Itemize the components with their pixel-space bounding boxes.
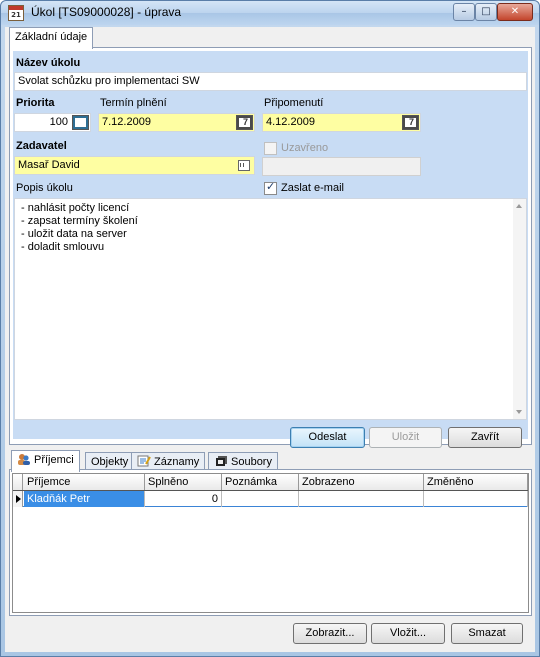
description-line: - zapsat termíny školení [21,215,138,227]
priority-label: Priorita [16,97,55,109]
closed-checkbox[interactable] [264,142,277,155]
column-header-poznamka[interactable]: Poznámka [222,474,299,490]
cell-zobrazeno[interactable] [299,491,424,507]
calculator-icon[interactable] [72,115,89,130]
reminder-label: Připomenutí [264,97,324,109]
description-line: - nahlásit počty licencí [21,202,130,214]
scroll-down-icon[interactable] [516,410,522,414]
show-button[interactable]: Zobrazit... [293,623,367,644]
description-textarea[interactable]: - nahlásit počty licencí - zapsat termín… [14,198,527,420]
reminder-field[interactable]: 4.12.2009 [262,113,421,132]
assigner-label: Zadavatel [16,140,67,152]
reminder-value: 4.12.2009 [266,116,315,128]
grid-header: Příjemce Splněno Poznámka Zobrazeno Změn… [13,474,528,491]
cell-zmeneno[interactable] [424,491,528,507]
recipients-grid[interactable]: Příjemce Splněno Poznámka Zobrazeno Změn… [12,473,529,613]
assigner-value: Masař David [18,159,80,171]
closed-label: Uzavřeno [281,142,329,154]
close-dialog-button[interactable]: Zavřít [448,427,522,448]
notes-icon [137,455,151,467]
files-icon [214,455,228,467]
description-line: - uložit data na server [21,228,127,240]
maximize-button[interactable]: □ [475,3,497,21]
close-button[interactable]: ✕ [497,3,533,21]
insert-button[interactable]: Vložit... [371,623,445,644]
description-scrollbar[interactable] [513,199,526,419]
due-date-value: 7.12.2009 [102,116,151,128]
cell-poznamka[interactable] [222,491,299,507]
row-indicator-header [13,474,23,490]
save-button[interactable]: Uložit [369,427,442,448]
window-client-area: Základní údaje Název úkolu Svolat schůzk… [5,27,535,652]
task-name-label: Název úkolu [16,57,81,69]
scroll-up-icon[interactable] [516,204,522,208]
users-icon [17,453,31,465]
priority-value: 100 [49,116,68,128]
basic-info-panel: Název úkolu Svolat schůzku pro implement… [9,47,532,445]
window-title: Úkol [TS09000028] - úprava [31,5,182,19]
due-date-label: Termín plnění [100,97,167,109]
calendar-icon: 21 [8,5,24,21]
cell-splneno[interactable]: 0 [145,491,222,507]
cell-prijemce[interactable]: Kladňák Petr [24,491,145,507]
delete-button[interactable]: Smazat [451,623,523,644]
description-label: Popis úkolu [16,182,73,194]
column-header-zmeneno[interactable]: Změněno [424,474,528,490]
column-header-splneno[interactable]: Splněno [145,474,222,490]
send-email-checkbox[interactable] [264,180,277,195]
task-window: 21 Úkol [TS09000028] - úprava – □ ✕ Zákl… [0,0,540,657]
recipients-panel: Příjemce Splněno Poznámka Zobrazeno Změn… [9,469,532,616]
send-button[interactable]: Odeslat [290,427,365,448]
tab-prijemci[interactable]: Příjemci [11,450,80,472]
task-form: Název úkolu Svolat schůzku pro implement… [13,51,528,439]
priority-field[interactable]: 100 [14,113,91,132]
column-header-prijemce[interactable]: Příjemce [24,474,145,490]
closed-date-field [262,157,421,176]
calendar-picker-icon[interactable] [236,115,253,130]
lookup-grid-icon[interactable] [236,158,253,173]
calendar-picker-icon[interactable] [402,115,419,130]
due-date-field[interactable]: 7.12.2009 [98,113,255,132]
table-row[interactable]: Kladňák Petr 0 [13,491,528,507]
description-line: - doladit smlouvu [21,241,105,253]
tab-zakladni-udaje[interactable]: Základní údaje [9,27,94,49]
column-header-zobrazeno[interactable]: Zobrazeno [299,474,424,490]
send-email-label: Zaslat e-mail [281,182,344,194]
title-bar[interactable]: 21 Úkol [TS09000028] - úprava – □ ✕ [1,1,539,25]
assigner-field[interactable]: Masař David [14,156,255,175]
current-row-indicator-icon [13,491,23,507]
task-name-field[interactable]: Svolat schůzku pro implementaci SW [14,72,527,91]
minimize-button[interactable]: – [453,3,475,21]
